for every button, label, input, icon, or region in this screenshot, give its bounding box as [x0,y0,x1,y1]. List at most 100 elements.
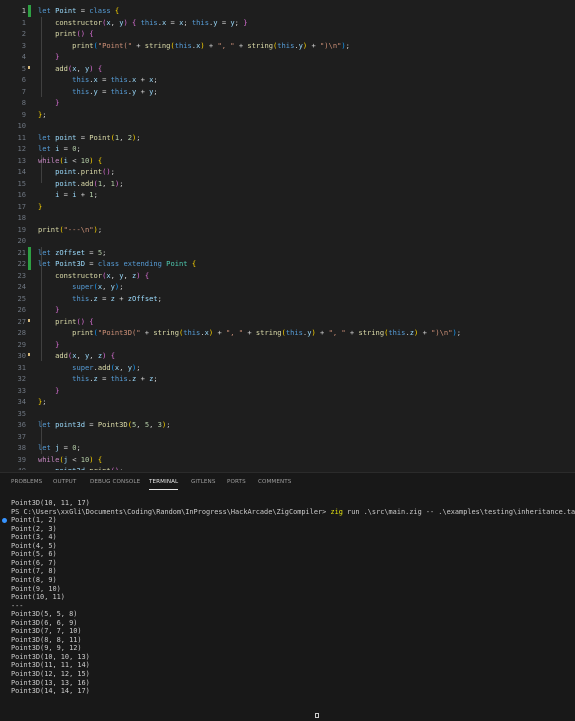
terminal-line: Point(3, 4) [11,533,57,542]
code-line[interactable]: 26 } [0,304,575,316]
code-text: while(i < 10) { [38,155,103,165]
tab-debug-console[interactable]: DEBUG CONSOLE [90,479,140,485]
code-line[interactable]: 20 [0,235,575,247]
terminal-line: Point3D(9, 9, 12) [11,644,82,653]
code-line[interactable]: 24 super(x, y); [0,281,575,293]
line-number: 38 [17,443,26,452]
tab-comments[interactable]: COMMENTS [258,479,291,485]
line-number: 25 [17,293,26,303]
code-line[interactable]: 22 let Point3D = class extending Point { [0,258,575,270]
code-text: }; [38,109,47,119]
code-line[interactable]: 35 [0,408,575,420]
terminal-line: Point3D(10, 11, 17) [11,499,90,507]
code-text: i = i + 1; [55,190,98,199]
code-line[interactable]: 7 this.y = this.y + y; [0,86,575,98]
code-text: let Point = class { [38,6,120,15]
code-line[interactable]: 15 point.add(1, 1); [0,178,575,190]
code-line[interactable]: 10 [0,120,575,132]
code-text: } [55,98,60,107]
line-number: 12 [17,144,26,153]
line-number: 17 [17,201,26,211]
code-line[interactable]: 34}; [0,396,575,408]
line-number: 40 [0,465,26,470]
terminal-line: Point3D(13, 13, 16) [11,678,90,687]
terminal-line: Point(10, 11) [11,593,65,602]
tab-output[interactable]: OUTPUT [53,479,76,485]
code-text: constructor(x, y) { this.x = x; this.y =… [55,17,248,27]
line-number: 7 [21,86,26,96]
tab-problems[interactable]: PROBLEMS [11,479,42,485]
command-name: zig [330,507,343,516]
line-number: 29 [17,339,26,349]
code-line[interactable]: 37 [0,431,575,443]
tab-gitlens[interactable]: GITLENS [191,479,216,485]
line-number: 22 [17,259,26,268]
code-line[interactable]: 39 while(j < 10) { [0,454,575,466]
prompt-path: PS C:\Users\xxGli\Documents\Coding\Rando… [11,507,331,516]
code-line[interactable]: 4 } [0,51,575,63]
line-number: 8 [21,98,26,107]
line-number: 18 [17,213,26,222]
code-line[interactable]: 23 constructor(x, y, z) { [0,270,575,282]
code-line[interactable]: 28 print("Point3D(" + string(this.x) + "… [0,327,575,339]
code-line[interactable]: 21 let zOffset = 5; [0,246,575,258]
code-line[interactable]: 2 print() { [0,28,575,40]
code-line[interactable]: 30 add(x, y, z) { [0,350,575,362]
code-text: this.z = z + zOffset; [72,293,162,303]
git-added-marker [28,258,31,270]
code-line[interactable]: 38 let j = 0; [0,442,575,454]
code-line[interactable]: 8 } [0,97,575,109]
code-line[interactable]: 32 this.z = this.z + z; [0,373,575,385]
code-line[interactable]: 5 add(x, y) { [0,63,575,75]
tab-ports[interactable]: PORTS [227,479,246,485]
code-line[interactable]: 18 [0,212,575,224]
code-text: this.z = this.z + z; [72,374,158,383]
command-args: run .\src\main.zig -- .\examples\testing… [342,507,575,516]
line-number: 14 [17,167,26,176]
code-line[interactable]: 25 this.z = z + zOffset; [0,293,575,305]
code-text: let zOffset = 5; [38,247,107,257]
code-line[interactable]: 11 let point = Point(1, 2); [0,132,575,144]
code-editor[interactable]: 1 let Point = class {1 constructor(x, y) … [0,0,575,470]
code-line[interactable]: 1 let Point = class { [0,5,575,17]
terminal-line: Point(4, 5) [11,541,57,550]
line-number: 35 [17,408,26,418]
mouse-cursor-icon [315,713,319,718]
code-line[interactable]: 13 while(i < 10) { [0,155,575,167]
git-modified-marker [28,353,30,356]
code-line[interactable]: 17} [0,201,575,213]
code-line[interactable]: 40 point3d.print(); [0,465,575,470]
line-number: 6 [21,75,26,84]
line-number: 1 [21,17,26,27]
code-text: } [38,201,43,211]
code-line[interactable]: 36 let point3d = Point3D(5, 5, 3); [0,419,575,431]
terminal-line: --- [11,601,24,610]
code-text: print("---\n"); [38,224,103,234]
line-number: 33 [17,385,26,395]
git-modified-marker [28,65,30,69]
code-line[interactable]: 19 print("---\n"); [0,224,575,236]
code-line[interactable]: 16 i = i + 1; [0,189,575,201]
terminal-line: Point(7, 8) [11,567,57,576]
code-text: add(x, y) { [55,63,103,73]
code-line[interactable]: 31 super.add(x, y); [0,362,575,374]
line-number: 11 [17,132,26,142]
code-line[interactable]: 6 this.x = this.x + x; [0,74,575,86]
terminal-line: Point(9, 10) [11,584,61,593]
code-line[interactable]: 1 constructor(x, y) { this.x = x; this.y… [0,17,575,29]
code-line[interactable]: 29 } [0,339,575,351]
code-text: }; [38,397,47,406]
code-line[interactable]: 9}; [0,109,575,121]
code-line[interactable]: 12 let i = 0; [0,143,575,155]
code-line[interactable]: 14 point.print(); [0,166,575,178]
code-text: print("Point3D(" + string(this.x) + ", "… [72,328,462,337]
code-line[interactable]: 27 print() { [0,316,575,328]
terminal-prompt: PS C:\Users\xxGli\Documents\Coding\Rando… [11,508,575,517]
bottom-panel: PROBLEMS OUTPUT DEBUG CONSOLE TERMINAL GITLE… [0,472,575,721]
tab-terminal[interactable]: TERMINAL [149,479,179,490]
code-text: super(x, y); [72,282,124,291]
code-line[interactable]: 33 } [0,385,575,397]
code-text: } [55,339,60,349]
command-status-dot-icon[interactable] [2,518,7,524]
code-line[interactable]: 3 print("Point(" + string(this.x) + ", "… [0,40,575,52]
